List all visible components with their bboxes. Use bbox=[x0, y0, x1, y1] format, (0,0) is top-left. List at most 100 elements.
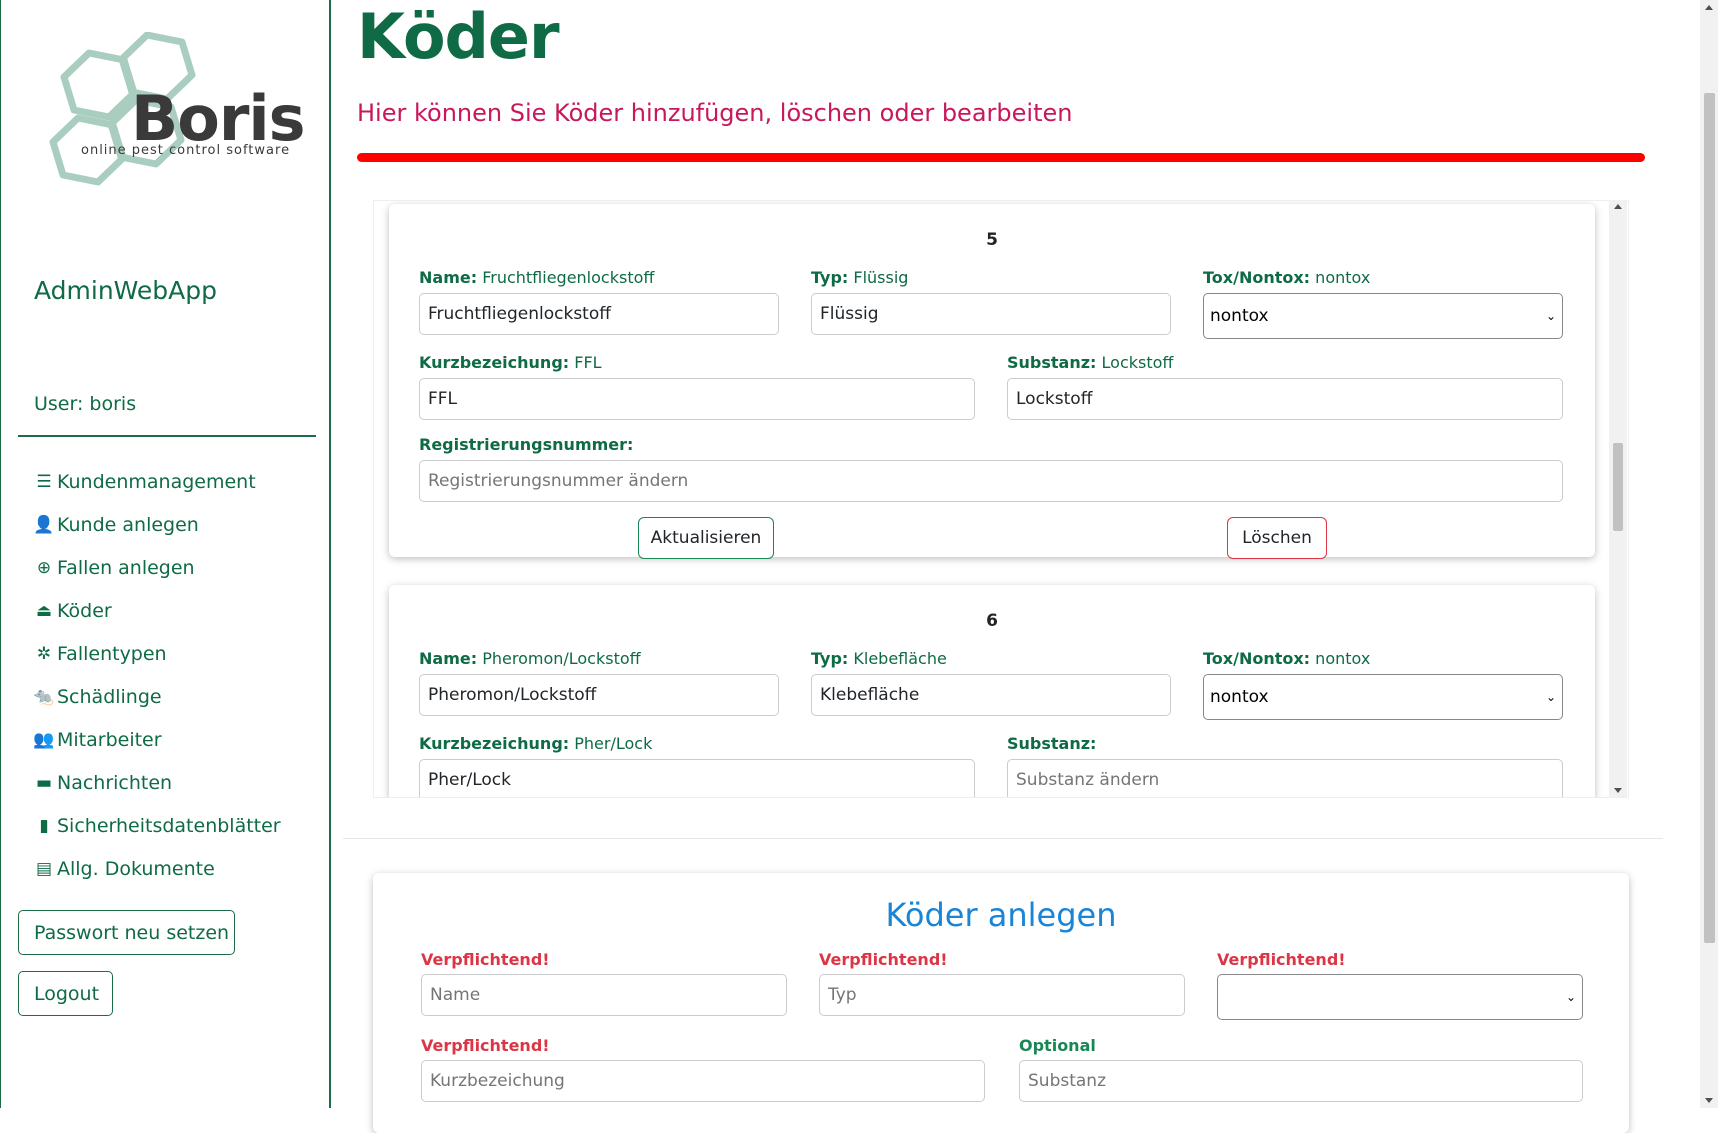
typ-label-key: Typ: bbox=[811, 649, 849, 668]
tox-label: Tox/Nontox: nontox bbox=[1203, 649, 1370, 668]
bait-icon: ⏏ bbox=[35, 600, 53, 621]
plus-circle-icon: ⊕ bbox=[36, 557, 52, 578]
nav-item-fallentypen[interactable]: ✲ Fallentypen bbox=[33, 632, 281, 675]
update-button[interactable]: Aktualisieren bbox=[638, 517, 774, 559]
nav-item-label: Nachrichten bbox=[57, 771, 173, 794]
nav-item-koeder[interactable]: ⏏ Köder bbox=[33, 589, 281, 632]
chevron-down-icon: ⌄ bbox=[1565, 990, 1576, 1004]
bait-card: 6 Name: Pheromon/Lockstoff Pheromon/Lock… bbox=[389, 585, 1595, 797]
divider-bar bbox=[357, 153, 1645, 162]
people-group-icon: 👥 bbox=[33, 729, 55, 750]
main-content: Köder Hier können Sie Köder hinzufügen, … bbox=[333, 0, 1718, 1133]
substanz-input[interactable]: Substanz ändern bbox=[1007, 759, 1563, 797]
user-label: User: boris bbox=[34, 393, 137, 415]
file-lines-icon: ▤ bbox=[35, 858, 53, 879]
required-label: Verpflichtend! bbox=[421, 1036, 550, 1055]
create-bait-card: Köder anlegen Verpflichtend! Name Verpfl… bbox=[373, 873, 1629, 1133]
delete-button[interactable]: Löschen bbox=[1227, 517, 1327, 559]
required-label: Verpflichtend! bbox=[421, 950, 550, 969]
create-typ-input[interactable]: Typ bbox=[819, 974, 1185, 1016]
tox-select[interactable]: nontox ⌄ bbox=[1203, 293, 1563, 339]
tox-label-value: nontox bbox=[1315, 268, 1371, 287]
kurz-input[interactable]: Pher/Lock bbox=[419, 759, 975, 797]
sidebar: Boris online pest control software Admin… bbox=[0, 0, 331, 1108]
optional-label: Optional bbox=[1019, 1036, 1096, 1055]
reg-label: Registrierungsnummer: bbox=[419, 435, 633, 454]
nav-item-mitarbeiter[interactable]: 👥 Mitarbeiter bbox=[33, 718, 281, 761]
tox-label-value: nontox bbox=[1315, 649, 1371, 668]
kurz-label-value: Pher/Lock bbox=[574, 734, 653, 753]
app-name: AdminWebApp bbox=[34, 276, 218, 305]
kurz-input[interactable]: FFL bbox=[419, 378, 975, 420]
substanz-input[interactable]: Lockstoff bbox=[1007, 378, 1563, 420]
typ-label-key: Typ: bbox=[811, 268, 849, 287]
tox-label: Tox/Nontox: nontox bbox=[1203, 268, 1370, 287]
substanz-label: Substanz: bbox=[1007, 734, 1096, 753]
boris-logo: Boris online pest control software bbox=[29, 31, 319, 207]
typ-label-value: Flüssig bbox=[853, 268, 909, 287]
chevron-down-icon: ⌄ bbox=[1545, 309, 1556, 323]
nav-item-label: Schädlinge bbox=[57, 685, 162, 708]
nav-item-allg-dokumente[interactable]: ▤ Allg. Dokumente bbox=[33, 847, 281, 890]
sidebar-nav: ☰ Kundenmanagement 👤 Kunde anlegen ⊕ Fallen… bbox=[33, 460, 281, 890]
page-subtitle: Hier können Sie Köder hinzufügen, lösche… bbox=[357, 99, 1073, 127]
bait-list-scroll-area[interactable]: 5 Name: Fruchtfliegenlockstoff Fruchtfli… bbox=[373, 200, 1629, 798]
name-input[interactable]: Pheromon/Lockstoff bbox=[419, 674, 779, 716]
list-check-icon: ☰ bbox=[36, 471, 52, 492]
kurz-label: Kurzbezeichung: FFL bbox=[419, 353, 602, 372]
create-substanz-input[interactable]: Substanz bbox=[1019, 1060, 1583, 1102]
tox-select-value: nontox bbox=[1210, 306, 1269, 326]
scroll-down-arrow-icon[interactable] bbox=[1614, 788, 1622, 793]
reg-input[interactable]: Registrierungsnummer ändern bbox=[419, 460, 1563, 502]
nav-item-label: Köder bbox=[57, 599, 112, 622]
page-scrollbar[interactable] bbox=[1700, 0, 1718, 1108]
substanz-label-key: Substanz: bbox=[1007, 353, 1097, 372]
nav-item-label: Kundenmanagement bbox=[57, 470, 256, 493]
name-label-key: Name: bbox=[419, 649, 478, 668]
nav-item-kundenmanagement[interactable]: ☰ Kundenmanagement bbox=[33, 460, 281, 503]
create-kurz-input[interactable]: Kurzbezeichung bbox=[421, 1060, 985, 1102]
typ-label: Typ: Klebefläche bbox=[811, 649, 947, 668]
substanz-label-value: Lockstoff bbox=[1101, 353, 1174, 372]
page-title: Köder bbox=[357, 0, 560, 73]
logout-button[interactable]: Logout bbox=[18, 971, 113, 1016]
scroll-down-arrow-icon[interactable] bbox=[1705, 1098, 1713, 1103]
typ-input[interactable]: Flüssig bbox=[811, 293, 1171, 335]
scroll-up-arrow-icon[interactable] bbox=[1705, 5, 1713, 10]
bait-list-scrollbar[interactable] bbox=[1609, 200, 1627, 798]
create-name-input[interactable]: Name bbox=[421, 974, 787, 1016]
name-label: Name: Fruchtfliegenlockstoff bbox=[419, 268, 654, 287]
name-label-value: Fruchtfliegenlockstoff bbox=[482, 268, 655, 287]
typ-input[interactable]: Klebefläche bbox=[811, 674, 1171, 716]
name-label: Name: Pheromon/Lockstoff bbox=[419, 649, 641, 668]
kurz-label-value: FFL bbox=[574, 353, 602, 372]
name-input[interactable]: Fruchtfliegenlockstoff bbox=[419, 293, 779, 335]
nav-item-label: Fallen anlegen bbox=[57, 556, 195, 579]
logo-tagline: online pest control software bbox=[81, 143, 291, 158]
kurz-label-key: Kurzbezeichung: bbox=[419, 734, 570, 753]
bait-card: 5 Name: Fruchtfliegenlockstoff Fruchtfli… bbox=[389, 204, 1595, 559]
nav-item-fallen-anlegen[interactable]: ⊕ Fallen anlegen bbox=[33, 546, 281, 589]
user-plus-icon: 👤 bbox=[33, 514, 55, 535]
tox-select[interactable]: nontox ⌄ bbox=[1203, 674, 1563, 720]
nav-item-kunde-anlegen[interactable]: 👤 Kunde anlegen bbox=[33, 503, 281, 546]
kurz-label-key: Kurzbezeichung: bbox=[419, 353, 570, 372]
tox-label-key: Tox/Nontox: bbox=[1203, 649, 1311, 668]
reg-label-key: Registrierungsnummer: bbox=[419, 435, 634, 454]
nav-item-nachrichten[interactable]: ▬ Nachrichten bbox=[33, 761, 281, 804]
bait-number: 6 bbox=[986, 611, 998, 631]
tox-select-value: nontox bbox=[1210, 687, 1269, 707]
create-tox-select[interactable]: ⌄ bbox=[1217, 974, 1583, 1020]
scrollbar-thumb[interactable] bbox=[1613, 443, 1623, 531]
scroll-up-arrow-icon[interactable] bbox=[1614, 204, 1622, 209]
nav-item-sicherheitsdatenblaetter[interactable]: ▮ Sicherheitsdatenblätter bbox=[33, 804, 281, 847]
reset-password-button[interactable]: Passwort neu setzen bbox=[18, 910, 235, 955]
message-icon: ▬ bbox=[35, 772, 53, 793]
nav-item-label: Fallentypen bbox=[57, 642, 167, 665]
nav-item-label: Sicherheitsdatenblätter bbox=[57, 814, 281, 837]
scrollbar-thumb[interactable] bbox=[1704, 93, 1715, 943]
required-label: Verpflichtend! bbox=[1217, 950, 1346, 969]
bait-number: 5 bbox=[986, 230, 998, 250]
kurz-label: Kurzbezeichung: Pher/Lock bbox=[419, 734, 652, 753]
nav-item-schaedlinge[interactable]: 🐀 Schädlinge bbox=[33, 675, 281, 718]
